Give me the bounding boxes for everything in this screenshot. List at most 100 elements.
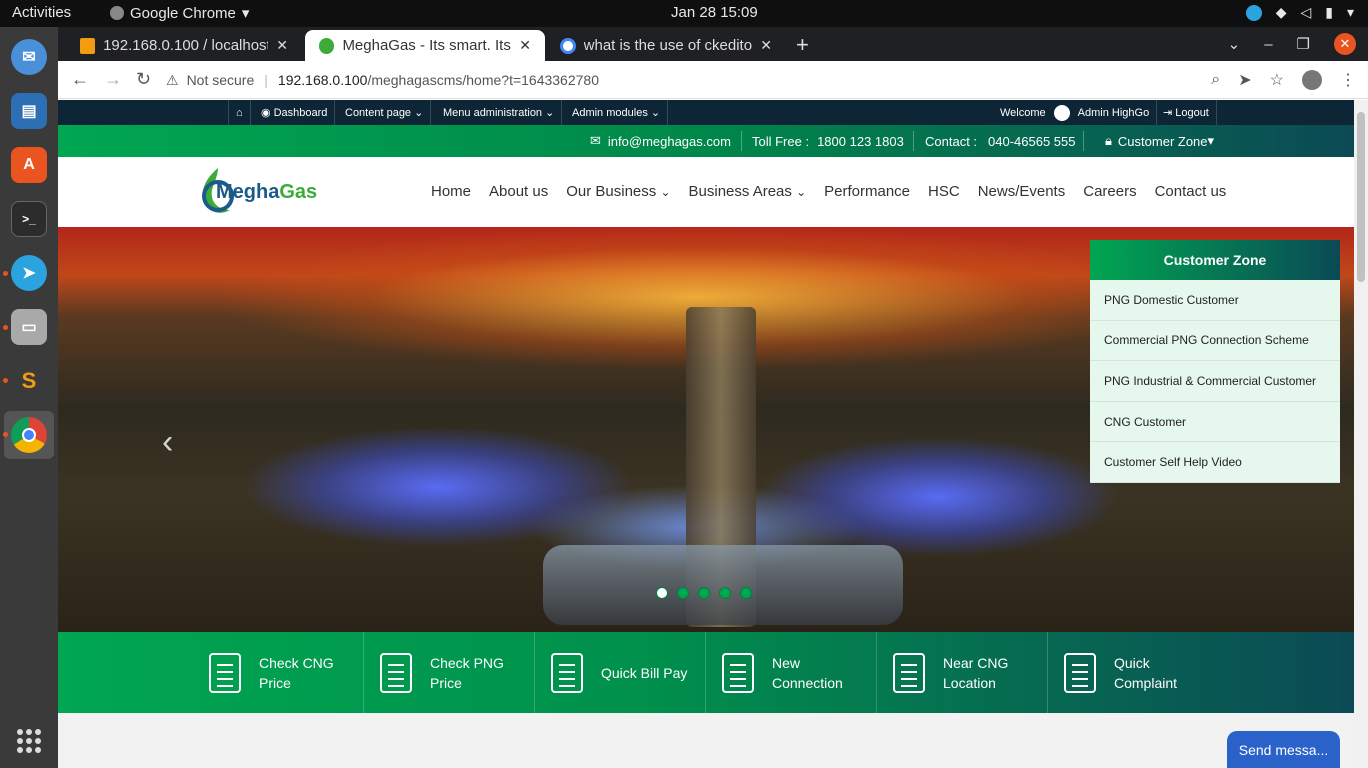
logout-icon: ⇥ [1163, 107, 1173, 119]
quick-complaint[interactable]: Quick Complaint [1048, 632, 1219, 713]
telegram-tray-icon[interactable] [1245, 4, 1262, 21]
quick-check-cng-price[interactable]: Check CNG Price [193, 632, 364, 713]
quick-link-label: Near CNG Location [943, 654, 1009, 691]
document-icon [380, 652, 412, 693]
close-tab-icon[interactable]: ✕ [519, 37, 531, 54]
system-top-bar: Activities Google Chrome ▾ Jan 28 15:09 … [0, 0, 1368, 27]
cz-item-png-industrial[interactable]: PNG Industrial & Commercial Customer [1090, 361, 1340, 402]
zoom-icon[interactable]: ⌕ [1211, 71, 1220, 89]
send-tab-icon[interactable]: ➤ [1238, 70, 1251, 90]
admin-content-page-menu[interactable]: Content page ⌄ [338, 100, 432, 125]
tab-phpmyadmin[interactable]: 192.168.0.100 / localhost / ✕ [66, 30, 302, 61]
nav-performance[interactable]: Performance [824, 183, 910, 200]
slider-prev-arrow-icon[interactable]: ‹ [162, 423, 173, 462]
welcome-label: Welcome [1000, 106, 1046, 119]
link-label: Logout [1175, 106, 1209, 119]
slider-dot[interactable] [740, 587, 752, 599]
tab-strip: 192.168.0.100 / localhost / ✕ MeghaGas -… [58, 27, 1368, 61]
software-center-icon[interactable]: A [11, 147, 47, 183]
url-path: /meghagascms/home?t=1643362780 [367, 72, 599, 88]
tab-title: what is the use of ckedito [583, 37, 753, 54]
activities-button[interactable]: Activities [12, 4, 71, 21]
nav-contact[interactable]: Contact us [1155, 183, 1227, 200]
quick-new-connection[interactable]: New Connection [706, 632, 877, 713]
nav-careers[interactable]: Careers [1083, 183, 1136, 200]
admin-menu-administration[interactable]: Menu administration ⌄ [436, 100, 563, 125]
tab-google-search[interactable]: what is the use of ckedito ✕ [546, 30, 786, 61]
chrome-icon[interactable] [11, 417, 47, 453]
page-viewport: ⌂ ◉ Dashboard Content page ⌄ Menu administ… [58, 100, 1354, 768]
warning-icon: ⚠ [166, 71, 179, 88]
chevron-down-icon: ⌄ [650, 107, 661, 119]
nav-hsc[interactable]: HSC [928, 183, 960, 200]
link-label: Dashboard [273, 106, 328, 119]
link-label: Content page [345, 106, 412, 119]
new-tab-button[interactable]: + [796, 32, 809, 58]
main-menu: Home About us Our Business ⌄ Business Ar… [431, 183, 1226, 200]
quick-check-png-price[interactable]: Check PNG Price [364, 632, 535, 713]
toll-free-number: 1800 123 1803 [817, 133, 904, 149]
admin-welcome[interactable]: Welcome Admin HighGo [993, 100, 1158, 125]
files-icon[interactable]: ▭ [11, 309, 47, 345]
scrollbar-thumb[interactable] [1357, 112, 1365, 282]
maximize-button[interactable]: ❐ [1297, 35, 1310, 53]
chevron-down-icon: ⌄ [796, 185, 807, 199]
terminal-icon[interactable]: >_ [11, 201, 47, 237]
address-bar[interactable]: ⚠ Not secure | 192.168.0.100 /meghagascm… [166, 66, 1226, 94]
forward-button[interactable]: → [104, 69, 122, 90]
contact-value: 040-46565 555 [988, 133, 1076, 149]
kebab-menu-icon[interactable]: ⋮ [1340, 70, 1356, 90]
cz-item-self-help-video[interactable]: Customer Self Help Video [1090, 442, 1340, 483]
tab-meghagas[interactable]: MeghaGas - Its smart. Its g ✕ [305, 30, 545, 61]
profile-avatar[interactable] [1302, 70, 1322, 90]
admin-dashboard-link[interactable]: ◉ Dashboard [254, 100, 336, 125]
volume-icon: ◁ [1300, 4, 1312, 20]
app-menu[interactable]: Google Chrome ▾ [110, 4, 249, 22]
show-applications-icon[interactable] [17, 729, 41, 753]
customer-zone-dropdown[interactable]: 🔒︎ Customer Zone ▾ [1105, 125, 1214, 157]
nav-about[interactable]: About us [489, 183, 548, 200]
clock[interactable]: Jan 28 15:09 [671, 4, 758, 21]
slider-dot[interactable] [656, 587, 668, 599]
telegram-icon[interactable]: ➤ [11, 255, 47, 291]
cz-item-png-domestic[interactable]: PNG Domestic Customer [1090, 280, 1340, 321]
nav-home[interactable]: Home [431, 183, 471, 200]
nav-our-business[interactable]: Our Business ⌄ [566, 183, 670, 200]
tab-search-icon[interactable]: ⌄ [1228, 35, 1241, 53]
send-message-chat-button[interactable]: Send messa... [1227, 731, 1340, 768]
admin-username: Admin HighGo [1077, 106, 1150, 119]
slider-dot[interactable] [698, 587, 710, 599]
system-tray[interactable]: ◆ ◁ ▮ ▾ [1245, 4, 1354, 21]
thunderbird-icon[interactable]: ✉ [11, 39, 47, 75]
slider-dot[interactable] [719, 587, 731, 599]
chevron-down-icon: ⌄ [660, 185, 671, 199]
close-tab-icon[interactable]: ✕ [760, 37, 772, 54]
google-favicon-icon [560, 37, 576, 54]
contact-number: Contact : 040-46565 555 [925, 125, 1076, 157]
cz-item-cng-customer[interactable]: CNG Customer [1090, 401, 1340, 443]
meghagas-logo[interactable]: MeghaGas [196, 164, 317, 218]
bookmark-star-icon[interactable]: ☆ [1270, 70, 1284, 90]
slider-dot[interactable] [677, 587, 689, 599]
quick-near-cng-location[interactable]: Near CNG Location [877, 632, 1048, 713]
wifi-icon: ◆ [1275, 4, 1287, 20]
chevron-down-icon: ▾ [241, 5, 250, 22]
security-status[interactable]: Not secure [187, 72, 255, 88]
admin-modules-menu[interactable]: Admin modules ⌄ [565, 100, 669, 125]
logout-link[interactable]: ⇥ Logout [1156, 100, 1217, 125]
sublime-text-icon[interactable]: S [11, 363, 47, 399]
close-tab-icon[interactable]: ✕ [276, 37, 288, 54]
reload-button[interactable]: ↻ [136, 69, 151, 90]
browser-toolbar: ← → ↻ ⚠ Not secure | 192.168.0.100 /megh… [58, 61, 1368, 99]
nav-business-areas[interactable]: Business Areas ⌄ [689, 183, 807, 200]
email-link[interactable]: ✉ info@meghagas.com [590, 125, 731, 157]
back-button[interactable]: ← [71, 69, 89, 90]
quick-bill-pay[interactable]: Quick Bill Pay [535, 632, 706, 713]
writer-icon[interactable]: ▤ [11, 93, 47, 129]
nav-news-events[interactable]: News/Events [978, 183, 1066, 200]
cz-item-commercial-png[interactable]: Commercial PNG Connection Scheme [1090, 320, 1340, 362]
page-scrollbar[interactable] [1354, 100, 1368, 768]
admin-home-link[interactable]: ⌂ [228, 100, 251, 125]
close-window-button[interactable]: ✕ [1334, 33, 1356, 55]
minimize-button[interactable]: – [1264, 36, 1272, 53]
